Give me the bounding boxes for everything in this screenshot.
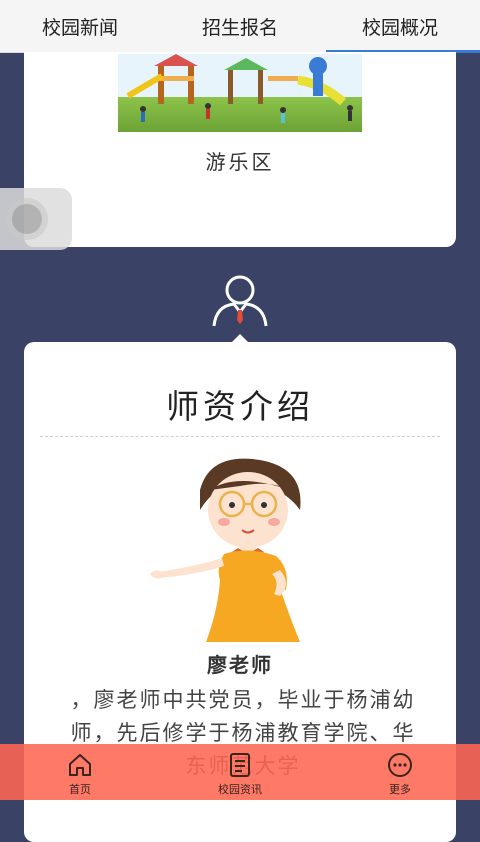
teacher-icon	[210, 272, 270, 328]
bottom-nav-bar: 首页 校园资讯 更多	[0, 744, 480, 800]
tab-enrollment[interactable]: 招生报名	[160, 0, 320, 52]
document-icon	[230, 753, 250, 777]
assist-dot-icon	[12, 204, 42, 234]
nav-home-label: 首页	[69, 783, 91, 796]
nav-home[interactable]: 首页	[0, 744, 160, 800]
tab-campus-news[interactable]: 校园新闻	[0, 0, 160, 52]
playground-card[interactable]: 游乐区	[24, 52, 456, 247]
nav-more[interactable]: 更多	[320, 744, 480, 800]
divider	[40, 436, 440, 437]
teacher-portrait	[140, 450, 330, 650]
more-icon	[388, 753, 412, 777]
playground-label: 游乐区	[205, 150, 275, 174]
top-tab-bar: 校园新闻 招生报名 校园概况	[0, 0, 480, 53]
tab-campus-overview[interactable]: 校园概况	[320, 0, 480, 53]
playground-image	[118, 54, 362, 132]
section-title: 师资介绍	[166, 387, 314, 426]
nav-more-label: 更多	[389, 783, 411, 796]
home-icon	[69, 754, 91, 776]
floating-assist-button[interactable]	[0, 188, 72, 250]
teacher-name: 廖老师	[207, 653, 273, 677]
nav-campus-info-label: 校园资讯	[218, 783, 262, 796]
nav-campus-info[interactable]: 校园资讯	[160, 744, 320, 800]
